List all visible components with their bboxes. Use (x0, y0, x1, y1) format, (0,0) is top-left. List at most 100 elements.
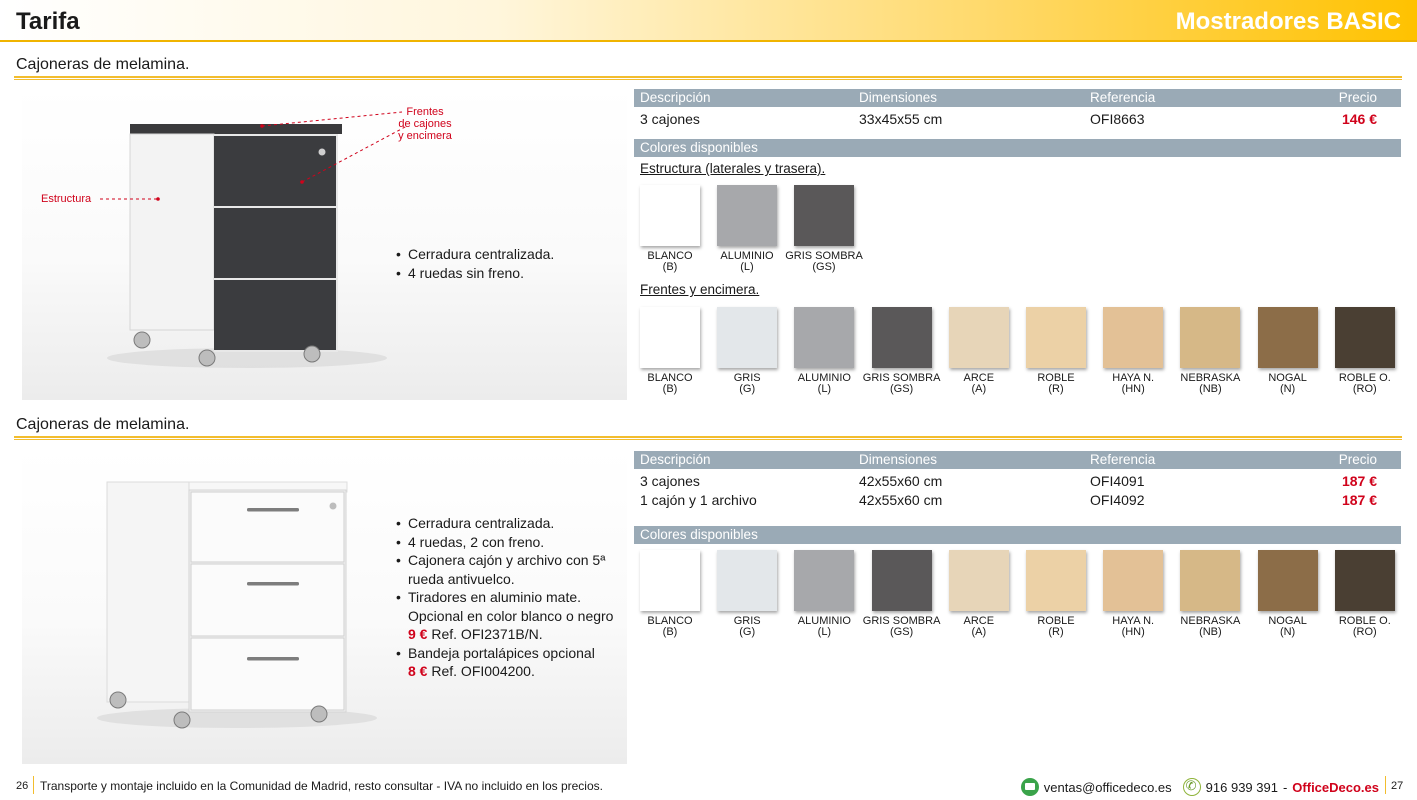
swatch-code: (B) (662, 383, 678, 395)
swatch-code: (NB) (1199, 626, 1222, 638)
header-title-product-line: Mostradores BASIC (1175, 8, 1401, 35)
swatch-code: (NB) (1199, 383, 1222, 395)
row-price: 146 € (1341, 111, 1377, 127)
callout-frentes: Frentes de cajones y encimera (398, 106, 452, 142)
option-price: 9 € (408, 626, 428, 642)
color-swatch: ROBLE (R) (1026, 307, 1086, 395)
col-descripcion: Descripción (640, 452, 711, 467)
swatch-code: (A) (971, 383, 987, 395)
col-precio: Precio (1338, 452, 1377, 467)
row-desc: 3 cajones (640, 473, 700, 489)
color-swatch: GRIS (G) (717, 307, 778, 395)
color-swatch: NEBRASKA (NB) (1180, 307, 1241, 395)
swatch-chip (1334, 307, 1395, 368)
section1-table-header: Descripción Dimensiones Referencia Preci… (634, 89, 1401, 107)
table-row: 3 cajones 33x45x55 cm OFI8663 146 € (634, 110, 1401, 129)
footer-brand[interactable]: OfficeDeco.es (1292, 780, 1379, 795)
feature-item: Cerradura centralizada. (396, 245, 626, 264)
col-descripcion: Descripción (640, 90, 711, 105)
row-desc: 1 cajón y 1 archivo (640, 492, 757, 508)
color-swatch: GRIS SOMBRA (GS) (863, 550, 940, 638)
swatch-code: (G) (739, 383, 756, 395)
swatch-chip (1180, 550, 1241, 611)
color-swatch: NOGAL (N) (1257, 550, 1318, 638)
row-price: 187 € (1341, 473, 1377, 489)
email-icon (1020, 778, 1039, 796)
color-swatch: HAYA N. (HN) (1103, 550, 1164, 638)
row-dim: 33x45x55 cm (859, 111, 943, 127)
swatch-chip (640, 185, 700, 246)
feature-item: Cerradura centralizada. (396, 514, 628, 533)
swatch-code: (L) (817, 626, 832, 638)
col-referencia: Referencia (1090, 452, 1156, 467)
section1-colors-header: Colores disponibles (634, 139, 1401, 157)
color-swatch: BLANCO (B) (640, 550, 700, 638)
section2-table-header: Descripción Dimensiones Referencia Preci… (634, 451, 1401, 469)
footer-email[interactable]: ventas@officedeco.es (1044, 780, 1172, 795)
swatch-code: (RO) (1352, 626, 1377, 638)
colors-header-label: Colores disponibles (640, 527, 758, 542)
footer-phone[interactable]: 916 939 391 (1206, 780, 1278, 795)
row-ref: OFI4092 (1090, 492, 1145, 508)
option-ref: Ref. OFI004200. (431, 663, 535, 679)
footer-separator (33, 776, 34, 794)
col-referencia: Referencia (1090, 90, 1156, 105)
callout-estructura: Estructura (41, 193, 92, 205)
swatch-chip (640, 550, 700, 611)
phone-icon (1182, 778, 1201, 796)
swatch-chip (640, 307, 700, 368)
swatch-code: (RO) (1352, 383, 1377, 395)
row-ref: OFI8663 (1090, 111, 1145, 127)
footer-contact: ventas@officedeco.es 916 939 391 - Offic… (1020, 778, 1379, 796)
swatch-code: (GS) (889, 383, 914, 395)
swatch-code: (GS) (812, 261, 836, 273)
section2-feature-list: Cerradura centralizada. 4 ruedas, 2 con … (396, 514, 628, 681)
section1-product-photo: Frentes de cajones y encimera Estructura (22, 86, 627, 400)
row-ref: OFI4091 (1090, 473, 1145, 489)
section1-feature-list: Cerradura centralizada. 4 ruedas sin fre… (396, 245, 626, 282)
swatch-chip (1026, 307, 1086, 368)
swatch-chip (1334, 550, 1395, 611)
section2-title: Cajoneras de melamina. (16, 416, 190, 433)
col-precio: Precio (1338, 90, 1377, 105)
feature-item: 4 ruedas, 2 con freno. (396, 533, 628, 552)
feature-item: Tiradores en aluminio mate. Opcional en … (396, 588, 628, 644)
swatch-code: (N) (1279, 626, 1296, 638)
option-price: 8 € (408, 663, 428, 679)
swatch-chip (948, 550, 1009, 611)
row-desc: 3 cajones (640, 111, 700, 127)
swatch-chip (717, 307, 778, 368)
swatch-code: (L) (817, 383, 832, 395)
section1-divider (14, 76, 1402, 80)
option-ref: Ref. OFI2371B/N. (431, 626, 543, 642)
swatch-chip (1026, 550, 1086, 611)
swatch-chip (717, 185, 777, 246)
footer-dash: - (1282, 779, 1288, 795)
color-swatch: ARCE (A) (948, 307, 1009, 395)
color-swatch: ALUMINIO (L) (794, 307, 855, 395)
color-swatch: ALUMINIO (L) (794, 550, 855, 638)
colors-header-label: Colores disponibles (640, 140, 758, 155)
front-colors-label: Frentes y encimera. (640, 282, 760, 297)
footer-separator (1385, 776, 1386, 794)
drawer-unit-dark-illustration (100, 111, 408, 368)
feature-text: Bandeja portalápices opcional (408, 644, 595, 661)
feature-item: Cajonera cajón y archivo con 5ª rueda an… (396, 551, 628, 588)
swatch-code: (G) (739, 626, 756, 638)
swatch-chip (1257, 307, 1318, 368)
swatch-code: (HN) (1121, 626, 1145, 638)
section2-divider (14, 436, 1402, 440)
table-row: 1 cajón y 1 archivo 42x55x60 cm OFI4092 … (634, 491, 1401, 510)
page-header: Tarifa Mostradores BASIC (0, 0, 1417, 42)
swatch-chip (794, 307, 855, 368)
feature-item: Bandeja portalápices opcional 8 € Ref. O… (396, 644, 628, 681)
color-swatch: GRIS SOMBRA (GS) (863, 307, 940, 395)
swatch-chip (1180, 307, 1241, 368)
page-footer: 26 Transporte y montaje incluido en la C… (0, 770, 1417, 800)
swatch-chip (948, 307, 1009, 368)
page-number-left: 26 (16, 780, 29, 792)
header-title-tarifa: Tarifa (16, 8, 80, 35)
color-swatch: GRIS (G) (717, 550, 778, 638)
swatch-chip (1103, 550, 1164, 611)
color-swatch: BLANCO (B) (640, 307, 700, 395)
